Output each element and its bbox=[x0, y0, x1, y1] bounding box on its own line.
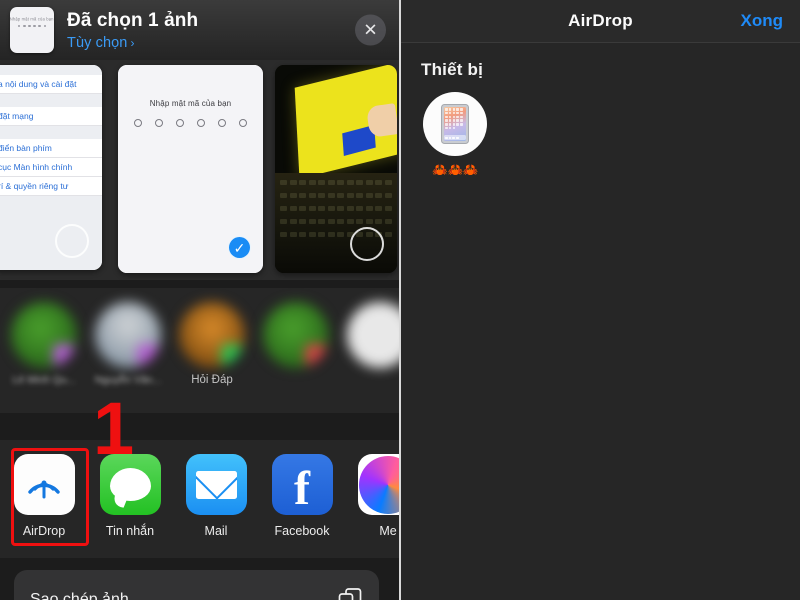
share-app-label: Me bbox=[379, 524, 397, 538]
selected-check-icon[interactable]: ✓ bbox=[228, 236, 251, 259]
contact-suggestions-row[interactable]: Lê Minh Qu... Nguyễn Văn... Hỏi Đáp bbox=[0, 288, 400, 413]
share-options-label: Tùy chọn bbox=[67, 34, 128, 51]
share-app-messenger[interactable]: Me bbox=[357, 454, 400, 538]
share-app-label: Facebook bbox=[274, 524, 330, 538]
home-indicator-circle bbox=[55, 224, 89, 258]
share-app-label: Mail bbox=[204, 524, 228, 538]
share-sheet-header: Nhập mật mã của bạn Đã chọn 1 ảnh Tùy ch… bbox=[0, 0, 400, 60]
share-options-link[interactable]: Tùy chọn › bbox=[67, 35, 198, 51]
airdrop-header: AirDrop Xong bbox=[401, 0, 800, 42]
thumbnail-mini-title: Nhập mật mã của bạn bbox=[10, 17, 54, 22]
thumbnail-settings-screenshot[interactable]: a nội dung và cài đặt đặt mạng điển bàn … bbox=[0, 65, 102, 270]
passcode-dots bbox=[118, 119, 263, 127]
home-indicator-circle bbox=[350, 227, 384, 261]
app-badge-icon bbox=[221, 344, 243, 366]
messenger-icon bbox=[357, 454, 400, 515]
settings-row: cục Màn hình chính bbox=[0, 158, 102, 177]
laptop-keyboard-shape bbox=[275, 173, 397, 273]
suggestion-item[interactable]: Lê Minh Qu... bbox=[8, 302, 80, 386]
app-badge-icon bbox=[53, 344, 75, 366]
settings-row: đặt mạng bbox=[0, 107, 102, 126]
settings-row: rí & quyền riêng tư bbox=[0, 177, 102, 196]
avatar bbox=[11, 302, 77, 368]
airdrop-panel: AirDrop Xong Thiết bị 🦀🦀🦀 2 bbox=[401, 0, 800, 600]
suggestion-label-visible: Hỏi Đáp bbox=[191, 374, 233, 386]
share-app-facebook[interactable]: f Facebook bbox=[271, 454, 333, 538]
passcode-title: Nhập mật mã của bạn bbox=[149, 99, 232, 108]
facebook-icon: f bbox=[271, 454, 333, 515]
avatar bbox=[95, 302, 161, 368]
mail-icon bbox=[185, 454, 247, 515]
screenshot-root: Nhập mật mã của bạn Đã chọn 1 ảnh Tùy ch… bbox=[0, 0, 800, 600]
suggestion-item[interactable]: Hỏi Đáp bbox=[176, 302, 248, 386]
airdrop-device-item[interactable]: 🦀🦀🦀 bbox=[421, 92, 489, 178]
panel-divider bbox=[399, 0, 401, 600]
annotation-step-1: 1 bbox=[93, 387, 135, 470]
devices-section-title: Thiết bị bbox=[421, 60, 484, 79]
settings-row: a nội dung và cài đặt bbox=[0, 75, 102, 94]
thumbnail-laptop-photo[interactable] bbox=[275, 65, 397, 273]
share-sheet-title: Đã chọn 1 ảnh bbox=[67, 9, 199, 31]
share-app-mail[interactable]: Mail bbox=[185, 454, 247, 538]
done-button[interactable]: Xong bbox=[741, 11, 784, 31]
settings-row: điển bàn phím bbox=[0, 139, 102, 158]
avatar bbox=[347, 302, 400, 368]
copy-photo-action[interactable]: Sao chép ảnh bbox=[14, 570, 379, 600]
avatar bbox=[179, 302, 245, 368]
share-app-label: Tin nhắn bbox=[105, 524, 155, 538]
selected-photo-thumbnail[interactable]: Nhập mật mã của bạn bbox=[10, 7, 54, 53]
copy-icon bbox=[338, 588, 362, 600]
suggestion-item[interactable] bbox=[344, 302, 400, 368]
device-name: 🦀🦀🦀 bbox=[432, 163, 478, 177]
copy-photo-label: Sao chép ảnh bbox=[30, 591, 129, 600]
app-badge-icon bbox=[305, 344, 327, 366]
airdrop-title: AirDrop bbox=[568, 11, 633, 30]
passcode-preview: Nhập mật mã của bạn ✓ bbox=[118, 65, 263, 273]
avatar bbox=[263, 302, 329, 368]
chevron-right-icon: › bbox=[130, 35, 135, 50]
ipad-icon bbox=[441, 104, 469, 144]
ios-share-sheet-panel: Nhập mật mã của bạn Đã chọn 1 ảnh Tùy ch… bbox=[0, 0, 400, 600]
close-icon[interactable]: ✕ bbox=[355, 14, 386, 46]
app-badge-icon bbox=[137, 344, 159, 366]
airdrop-body: Thiết bị 🦀🦀🦀 bbox=[401, 43, 800, 178]
airdrop-highlight-box bbox=[11, 448, 89, 546]
suggestion-item[interactable]: Nguyễn Văn... bbox=[92, 302, 164, 386]
suggestion-label: Nguyễn Văn... bbox=[94, 374, 162, 386]
suggestion-item[interactable] bbox=[260, 302, 332, 374]
thumbnail-mini-dots bbox=[17, 24, 47, 28]
share-sheet-titles: Đã chọn 1 ảnh Tùy chọn › bbox=[67, 10, 198, 51]
photo-thumbnail-strip[interactable]: a nội dung và cài đặt đặt mạng điển bàn … bbox=[0, 60, 400, 280]
suggestion-label: Lê Minh Qu... bbox=[12, 374, 76, 386]
device-avatar bbox=[423, 92, 487, 156]
thumbnail-passcode-screenshot[interactable]: Nhập mật mã của bạn ✓ bbox=[118, 65, 263, 273]
